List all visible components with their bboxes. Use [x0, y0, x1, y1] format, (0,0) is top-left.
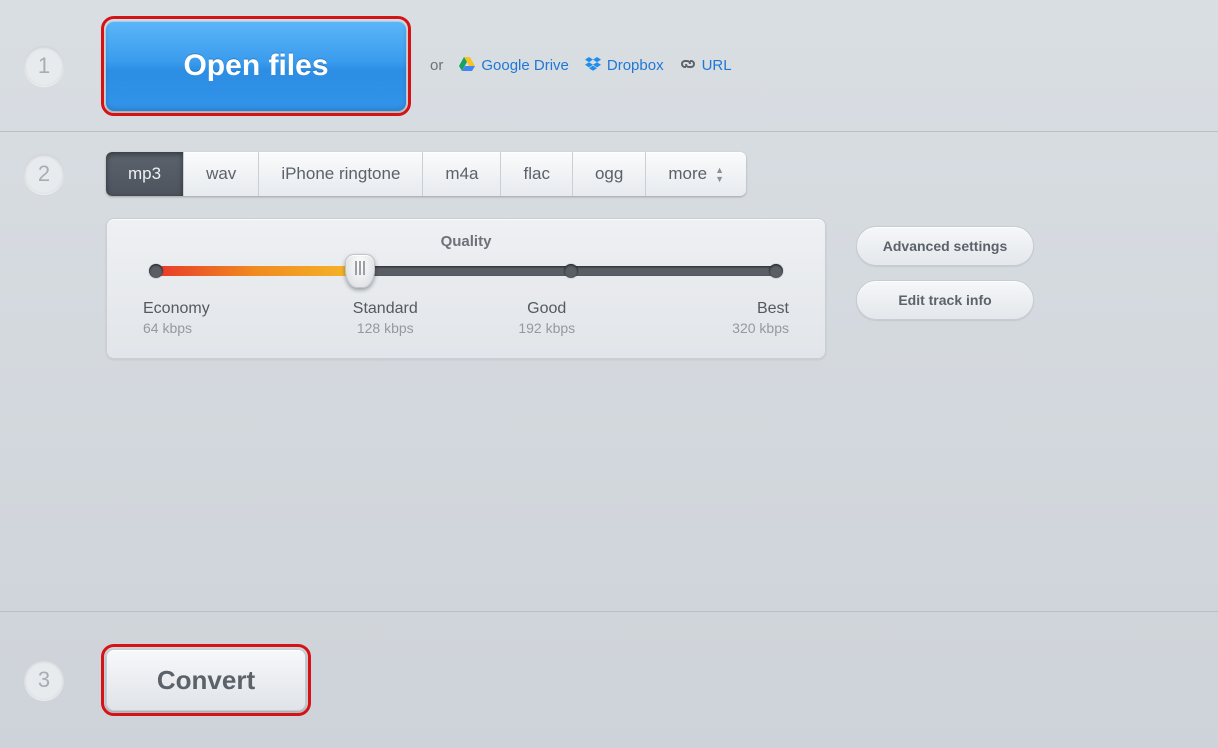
quality-rate-good: 192 kbps: [466, 320, 628, 336]
google-drive-link[interactable]: Google Drive: [459, 57, 569, 75]
format-tab-wav[interactable]: wav: [184, 152, 259, 196]
quality-slider-track[interactable]: [151, 266, 781, 276]
format-tab-m4a[interactable]: m4a: [423, 152, 501, 196]
step-1-row: 1 Open files or Google Drive Dropbox URL: [0, 0, 1218, 132]
step-2-row: 2 mp3 wav iPhone ringtone m4a flac ogg m…: [0, 132, 1218, 612]
or-text: or: [430, 57, 443, 74]
dropbox-label: Dropbox: [607, 57, 664, 74]
quality-label-best: Best: [628, 300, 790, 318]
quality-stop-good[interactable]: [564, 264, 578, 278]
quality-rate-standard: 128 kbps: [305, 320, 467, 336]
quality-label-economy: Economy: [143, 300, 305, 318]
quality-panel: Quality Economy 64 kbps Standard 128: [106, 218, 826, 359]
format-tab-flac[interactable]: flac: [501, 152, 572, 196]
format-tab-more-label: more: [668, 164, 707, 184]
link-icon: [680, 57, 696, 75]
quality-slider-knob[interactable]: [345, 254, 375, 288]
open-files-button[interactable]: Open files: [106, 21, 406, 111]
url-link[interactable]: URL: [680, 57, 732, 75]
quality-stop-economy[interactable]: [149, 264, 163, 278]
format-tab-ogg[interactable]: ogg: [573, 152, 646, 196]
quality-label-standard: Standard: [305, 300, 467, 318]
quality-label-good: Good: [466, 300, 628, 318]
edit-track-info-button[interactable]: Edit track info: [856, 280, 1034, 320]
quality-stop-best[interactable]: [769, 264, 783, 278]
step-1-badge: 1: [24, 46, 64, 86]
quality-labels: Economy 64 kbps Standard 128 kbps Good 1…: [143, 300, 789, 336]
quality-title: Quality: [143, 233, 789, 250]
side-buttons: Advanced settings Edit track info: [856, 226, 1034, 359]
alt-sources: or Google Drive Dropbox URL: [430, 57, 732, 75]
step-3-badge: 3: [24, 660, 64, 700]
convert-button[interactable]: Convert: [106, 649, 306, 711]
google-drive-icon: [459, 57, 475, 75]
quality-rate-economy: 64 kbps: [143, 320, 305, 336]
format-tab-iphone-ringtone[interactable]: iPhone ringtone: [259, 152, 423, 196]
quality-rate-best: 320 kbps: [628, 320, 790, 336]
format-tabs: mp3 wav iPhone ringtone m4a flac ogg mor…: [106, 152, 746, 196]
dropbox-icon: [585, 57, 601, 75]
url-label: URL: [702, 57, 732, 74]
step-2-badge: 2: [24, 154, 64, 194]
advanced-settings-button[interactable]: Advanced settings: [856, 226, 1034, 266]
dropbox-link[interactable]: Dropbox: [585, 57, 664, 75]
format-tab-mp3[interactable]: mp3: [106, 152, 184, 196]
google-drive-label: Google Drive: [481, 57, 569, 74]
sort-arrows-icon: ▲▼: [715, 166, 724, 183]
step-3-row: 3 Convert: [0, 612, 1218, 748]
format-tab-more[interactable]: more ▲▼: [646, 152, 746, 196]
quality-slider-fill: [151, 266, 360, 276]
